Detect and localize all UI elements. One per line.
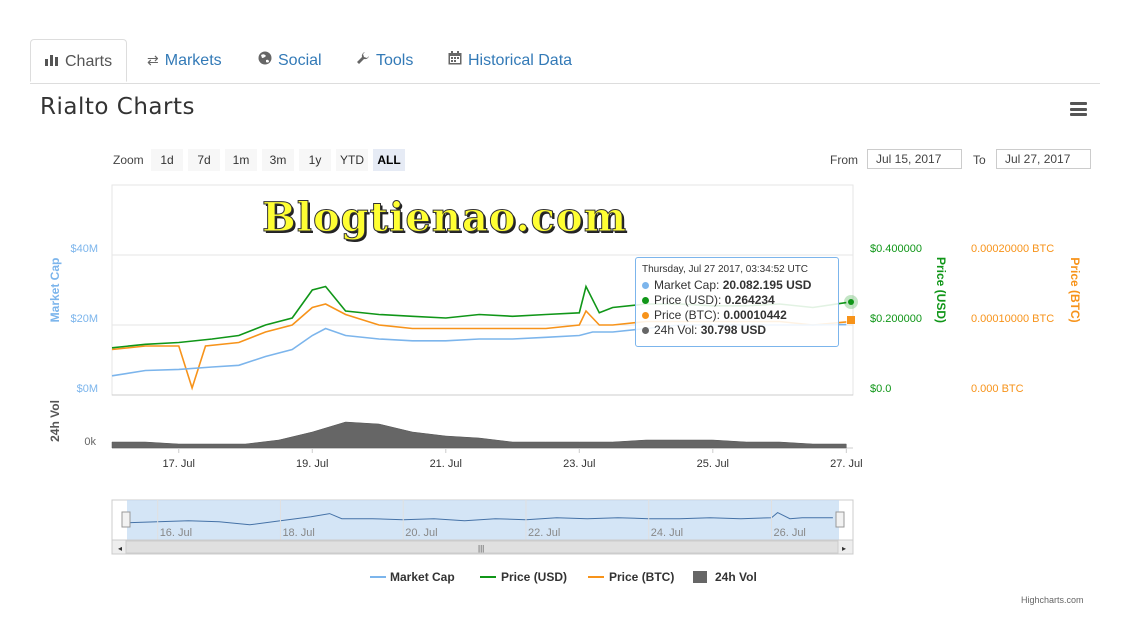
tick-label: $0.400000 (870, 243, 922, 255)
x-tick-label: 21. Jul (430, 458, 462, 470)
scroll-left-arrow-icon[interactable]: ◂ (118, 544, 122, 553)
tooltip-value: 20.082.195 USD (722, 278, 812, 292)
legend-item-24h-vol[interactable]: 24h Vol (715, 570, 757, 584)
market-cap-axis-title: Market Cap (48, 258, 62, 323)
navigator-tick-label: 24. Jul (651, 527, 683, 539)
legend-symbol-24h-vol (693, 571, 707, 583)
highcharts-credits-link[interactable]: Highcharts.com (1021, 595, 1084, 605)
tooltip-label: Market Cap: (654, 278, 723, 292)
tick-label: 0.00020000 BTC (971, 243, 1054, 255)
tooltip-row-24h-vol: 24h Vol: 30.798 USD (642, 323, 838, 338)
tick-label: $0.0 (870, 383, 891, 395)
series-dot-icon (642, 312, 649, 319)
tooltip-row-price-usd: Price (USD): 0.264234 (642, 293, 838, 308)
legend-item-price-usd[interactable]: Price (USD) (501, 570, 567, 584)
tooltip-label: Price (USD): (654, 293, 725, 307)
tooltip-header: Thursday, Jul 27 2017, 03:34:52 UTC (642, 264, 809, 275)
watermark: Blogtienao.com (261, 194, 628, 242)
hover-marker-price-usd (848, 299, 854, 305)
navigator-tick-label: 20. Jul (405, 527, 437, 539)
tooltip-value: 0.00010442 (723, 308, 787, 322)
price-usd-axis-title: Price (USD) (934, 257, 948, 323)
series-dot-icon (642, 327, 649, 334)
navigator-tick-label: 26. Jul (773, 527, 805, 539)
tick-label: $20M (70, 313, 98, 325)
x-tick-label: 19. Jul (296, 458, 328, 470)
navigator-left-handle[interactable] (121, 511, 131, 528)
tick-label: $0.200000 (870, 313, 922, 325)
navigator-tick-label: 16. Jul (160, 527, 192, 539)
scroll-right-arrow-icon[interactable]: ▸ (842, 544, 846, 553)
tooltip-label: Price (BTC): (654, 308, 724, 322)
series-dot-icon (642, 297, 649, 304)
tooltip-row-market-cap: Market Cap: 20.082.195 USD (642, 278, 838, 293)
tick-label: 0.000 BTC (971, 383, 1024, 395)
scrollbar-grip-icon: ||| (478, 544, 484, 553)
x-tick-label: 25. Jul (697, 458, 729, 470)
x-tick-label: 23. Jul (563, 458, 595, 470)
legend-item-market-cap[interactable]: Market Cap (390, 570, 455, 584)
legend-item-price-btc[interactable]: Price (BTC) (609, 570, 674, 584)
hover-marker-price-btc (847, 316, 855, 324)
tick-label: 0k (84, 436, 96, 448)
tick-label: $40M (70, 243, 98, 255)
tooltip-value: 0.264234 (724, 293, 775, 307)
series-dot-icon (642, 282, 649, 289)
navigator-right-handle[interactable] (835, 511, 845, 528)
tooltip-row-price-btc: Price (BTC): 0.00010442 (642, 308, 838, 323)
volume-axis-title: 24h Vol (48, 400, 62, 442)
tick-label: 0.00010000 BTC (971, 313, 1054, 325)
x-tick-label: 27. Jul (830, 458, 862, 470)
price-chart[interactable]: $40M $20M $0M Market Cap 24h Vol 0k $0.4… (0, 0, 1147, 627)
chart-tooltip: Thursday, Jul 27 2017, 03:34:52 UTC Mark… (635, 257, 839, 347)
navigator-tick-label: 18. Jul (282, 527, 314, 539)
tooltip-label: 24h Vol: (654, 323, 701, 337)
navigator-tick-label: 22. Jul (528, 527, 560, 539)
tick-label: $0M (77, 383, 98, 395)
tooltip-value: 30.798 USD (700, 323, 767, 337)
x-tick-label: 17. Jul (163, 458, 195, 470)
price-btc-axis-title: Price (BTC) (1068, 257, 1082, 322)
series-24h-vol (111, 421, 847, 449)
